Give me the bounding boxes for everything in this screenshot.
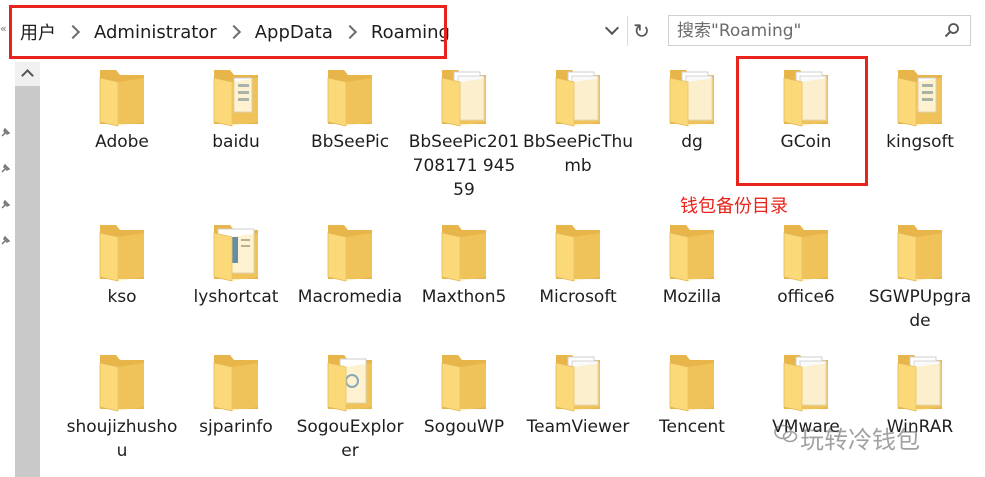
- folder-item-adobe[interactable]: Adobe: [66, 64, 178, 154]
- address-bar: « 用户 Administrator AppData Roaming ↻: [0, 0, 985, 62]
- folder-item-maxthon5[interactable]: Maxthon5: [408, 219, 520, 309]
- chevron-right-icon[interactable]: [65, 24, 81, 40]
- folder-label: BbSeePicThumb: [522, 132, 634, 176]
- folder-label: office6: [777, 287, 835, 307]
- pin-icon[interactable]: [0, 126, 12, 138]
- folder-item-bbseepic2[interactable]: BbSeePic201708171 94559: [408, 64, 520, 202]
- folder-icon: [669, 225, 714, 282]
- nav-scrollbar[interactable]: [15, 62, 40, 477]
- folder-item-macromedia[interactable]: Macromedia: [294, 219, 406, 309]
- folder-icon: [441, 355, 486, 412]
- folder-item-kingsoft[interactable]: kingsoft: [864, 64, 976, 154]
- folder-item-gcoin[interactable]: GCoin: [750, 64, 862, 154]
- folder-icon: [555, 70, 600, 127]
- folder-icon: [897, 225, 942, 282]
- address-overflow-icon[interactable]: «: [0, 22, 7, 35]
- folder-label: SGWPUpgrade: [868, 287, 972, 331]
- folder-item-teamviewer[interactable]: TeamViewer: [522, 349, 634, 439]
- folder-icon: [897, 70, 942, 127]
- folder-icon: [441, 225, 486, 282]
- pin-icon[interactable]: [0, 162, 12, 174]
- file-grid: Adobe baidu BbSeePic BbSeePic201708171 9455…: [66, 64, 981, 477]
- search-box[interactable]: [668, 15, 971, 46]
- folder-label: Maxthon5: [421, 287, 507, 307]
- folder-icon: [213, 70, 258, 127]
- folder-label: Microsoft: [539, 287, 617, 307]
- folder-label: SogouExplorer: [296, 417, 404, 461]
- folder-item-office6[interactable]: office6: [750, 219, 862, 309]
- folder-item-dg[interactable]: dg: [636, 64, 748, 154]
- folder-item-lyshortcat[interactable]: lyshortcat: [180, 219, 292, 309]
- folder-label: Adobe: [95, 132, 149, 152]
- address-history-chevron-down-icon[interactable]: [600, 17, 626, 45]
- folder-icon: [99, 70, 144, 127]
- folder-label: kingsoft: [886, 132, 954, 152]
- folder-icon: [555, 225, 600, 282]
- folder-label: GCoin: [780, 132, 832, 152]
- chevron-right-icon[interactable]: [226, 24, 241, 40]
- folder-item-tencent[interactable]: Tencent: [636, 349, 748, 439]
- folder-icon: [897, 355, 942, 412]
- folder-item-kso[interactable]: kso: [66, 219, 178, 309]
- folder-item-shoujizhushou[interactable]: shoujizhushou: [66, 349, 178, 463]
- folder-item-bbseepic[interactable]: BbSeePic: [294, 64, 406, 154]
- breadcrumb-roaming[interactable]: Roaming: [369, 22, 452, 43]
- folder-icon: [213, 225, 258, 282]
- pin-icon[interactable]: [0, 234, 12, 246]
- folder-label: BbSeePic: [310, 132, 390, 152]
- folder-item-mozilla[interactable]: Mozilla: [636, 219, 748, 309]
- folder-icon: [555, 355, 600, 412]
- folder-item-bbseepicthumb[interactable]: BbSeePicThumb: [522, 64, 634, 178]
- folder-icon: [327, 70, 372, 127]
- folder-icon: [441, 70, 486, 127]
- folder-item-baidu[interactable]: baidu: [180, 64, 292, 154]
- folder-icon: [99, 355, 144, 412]
- folder-icon: [783, 355, 828, 412]
- folder-icon: [327, 225, 372, 282]
- folder-icon: [327, 355, 372, 412]
- pin-icon[interactable]: [0, 198, 12, 210]
- folder-label: BbSeePic201708171 94559: [408, 132, 520, 200]
- folder-icon: [783, 225, 828, 282]
- breadcrumb: 用户 Administrator AppData Roaming: [18, 14, 452, 50]
- folder-label: kso: [107, 287, 137, 307]
- folder-icon: [783, 70, 828, 127]
- annotation-wallet-backup: 钱包备份目录: [680, 196, 788, 217]
- folder-item-sgwpupgrade[interactable]: SGWPUpgrade: [864, 219, 976, 333]
- folder-label: sjparinfo: [199, 417, 273, 437]
- folder-icon: [99, 225, 144, 282]
- folder-label: lyshortcat: [193, 287, 279, 307]
- folder-label: dg: [681, 132, 703, 152]
- refresh-icon[interactable]: ↻: [627, 16, 655, 46]
- folder-label: baidu: [212, 132, 260, 152]
- folder-label: Mozilla: [662, 287, 722, 307]
- folder-item-sogouexplorer[interactable]: SogouExplorer: [294, 349, 406, 463]
- folder-item-sogouwp[interactable]: SogouWP: [408, 349, 520, 439]
- folder-label: shoujizhushou: [66, 417, 178, 461]
- scroll-up-icon[interactable]: [15, 62, 40, 86]
- breadcrumb-users[interactable]: 用户: [18, 19, 58, 45]
- folder-label: TeamViewer: [526, 417, 630, 437]
- folder-icon: [669, 355, 714, 412]
- folder-icon: [213, 355, 258, 412]
- folder-item-microsoft[interactable]: Microsoft: [522, 219, 634, 309]
- wechat-icon: [774, 424, 798, 443]
- breadcrumb-appdata[interactable]: AppData: [253, 22, 335, 43]
- breadcrumb-administrator[interactable]: Administrator: [92, 22, 219, 43]
- folder-label: Tencent: [659, 417, 725, 437]
- watermark: 玩转冷钱包: [800, 426, 920, 454]
- folder-label: SogouWP: [423, 417, 505, 437]
- search-input[interactable]: [677, 16, 937, 45]
- chevron-right-icon[interactable]: [342, 24, 357, 40]
- search-icon[interactable]: [944, 22, 960, 38]
- folder-item-sjparinfo[interactable]: sjparinfo: [180, 349, 292, 439]
- navigation-pane: [0, 62, 40, 477]
- folder-icon: [669, 70, 714, 127]
- folder-label: Macromedia: [297, 287, 403, 307]
